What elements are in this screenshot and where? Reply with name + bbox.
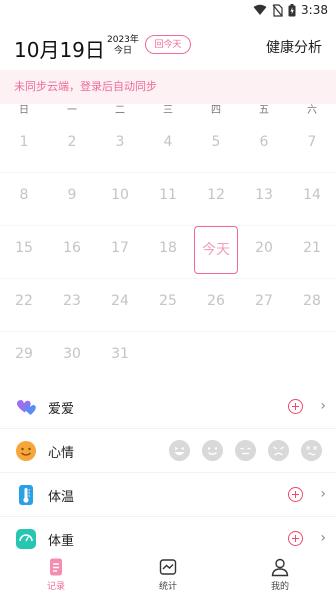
calendar-day[interactable]: 29 xyxy=(0,332,48,384)
calendar-day[interactable]: 25 xyxy=(144,279,192,331)
calendar-day[interactable]: 13 xyxy=(240,173,288,225)
calendar-grid: 1 2 3 4 5 6 7 8 9 10 11 12 13 14 15 16 1… xyxy=(0,120,336,384)
record-temperature-label: 体温 xyxy=(48,490,75,505)
weekday-sun: 日 xyxy=(19,105,29,116)
calendar-day[interactable]: 18 xyxy=(144,226,192,278)
calendar-day-empty xyxy=(240,332,288,384)
status-bar: 3:38 xyxy=(0,0,336,24)
calendar-day[interactable]: 11 xyxy=(144,173,192,225)
calendar-day[interactable]: 9 xyxy=(48,173,96,225)
calendar-day[interactable]: 14 xyxy=(288,173,336,225)
back-to-today-button[interactable]: 回今天 xyxy=(145,35,191,54)
add-temperature-button[interactable] xyxy=(288,487,303,502)
calendar-day[interactable]: 24 xyxy=(96,279,144,331)
weekday-thu: 四 xyxy=(211,105,221,116)
record-doc-icon xyxy=(50,558,62,576)
year-label: 2023年 xyxy=(107,35,139,45)
calendar-day[interactable]: 17 xyxy=(96,226,144,278)
calendar-week-5: 29 30 31 xyxy=(0,332,336,384)
weekday-sat: 六 xyxy=(307,105,317,116)
calendar-day[interactable]: 15 xyxy=(0,226,48,278)
calendar-day-empty xyxy=(144,332,192,384)
thermometer-icon xyxy=(19,485,33,505)
chevron-right-icon[interactable]: › xyxy=(320,530,326,546)
bottom-tab-bar: 记录 统计 我的 xyxy=(0,551,336,597)
calendar-day[interactable]: 27 xyxy=(240,279,288,331)
calendar-day[interactable]: 31 xyxy=(96,332,144,384)
calendar-day[interactable]: 30 xyxy=(48,332,96,384)
calendar-week-2: 8 9 10 11 12 13 14 xyxy=(0,173,336,226)
chevron-right-icon[interactable]: › xyxy=(320,486,326,502)
tab-stats-label: 统计 xyxy=(158,582,177,592)
calendar-day-today[interactable]: 今天 xyxy=(192,226,240,278)
mood-smile-icon[interactable] xyxy=(202,440,223,461)
weekday-mon: 一 xyxy=(67,105,77,116)
weekday-fri: 五 xyxy=(259,105,269,116)
sync-banner[interactable]: 未同步云端，登录后自动同步 xyxy=(0,70,336,104)
calendar-day[interactable]: 10 xyxy=(96,173,144,225)
header: 10月19日 2023年 今日 回今天 健康分析 xyxy=(0,24,336,70)
calendar-day[interactable]: 6 xyxy=(240,120,288,172)
record-love-row[interactable]: 爱爱 › xyxy=(0,385,336,429)
weekday-tue: 二 xyxy=(115,105,125,116)
calendar-day[interactable]: 3 xyxy=(96,120,144,172)
calendar-day[interactable]: 5 xyxy=(192,120,240,172)
battery-charging-icon xyxy=(288,3,296,16)
health-analysis-button[interactable]: 健康分析 xyxy=(266,37,322,57)
calendar-day[interactable]: 7 xyxy=(288,120,336,172)
mood-laugh-icon[interactable] xyxy=(169,440,190,461)
calendar-day[interactable]: 21 xyxy=(288,226,336,278)
record-love-label: 爱爱 xyxy=(48,402,75,417)
calendar-day[interactable]: 26 xyxy=(192,279,240,331)
add-weight-button[interactable] xyxy=(288,531,303,546)
weekday-header: 日 一 二 三 四 五 六 xyxy=(0,104,336,120)
record-list: 爱爱 › 心情 体温 › 体重 › xyxy=(0,385,336,560)
hearts-icon xyxy=(16,400,36,415)
calendar-day[interactable]: 22 xyxy=(0,279,48,331)
tab-stats[interactable]: 统计 xyxy=(112,551,224,597)
chart-icon xyxy=(159,559,177,575)
calendar-day[interactable]: 20 xyxy=(240,226,288,278)
mood-face-icon xyxy=(16,441,36,461)
calendar-day[interactable]: 12 xyxy=(192,173,240,225)
scale-icon xyxy=(16,529,36,549)
tab-record[interactable]: 记录 xyxy=(0,551,112,597)
user-icon xyxy=(271,558,289,577)
calendar-week-3: 15 16 17 18 今天 20 21 xyxy=(0,226,336,279)
current-date: 10月19日 xyxy=(14,38,105,62)
calendar-day[interactable]: 28 xyxy=(288,279,336,331)
calendar-day[interactable]: 23 xyxy=(48,279,96,331)
mood-neutral-icon[interactable] xyxy=(235,440,256,461)
chevron-right-icon[interactable]: › xyxy=(320,398,326,414)
wifi-icon xyxy=(253,4,267,15)
tab-record-label: 记录 xyxy=(46,582,65,592)
calendar-week-1: 1 2 3 4 5 6 7 xyxy=(0,120,336,173)
mood-angry-icon[interactable] xyxy=(268,440,289,461)
status-time: 3:38 xyxy=(301,3,328,17)
mood-dizzy-icon[interactable] xyxy=(301,440,322,461)
calendar-day[interactable]: 4 xyxy=(144,120,192,172)
calendar-day[interactable]: 8 xyxy=(0,173,48,225)
mood-options xyxy=(169,440,322,461)
calendar-day-empty xyxy=(288,332,336,384)
add-love-button[interactable] xyxy=(288,399,303,414)
weekday-wed: 三 xyxy=(163,105,173,116)
year-today-label: 2023年 今日 xyxy=(107,35,139,57)
record-weight-label: 体重 xyxy=(48,534,75,549)
no-sim-icon xyxy=(272,3,283,17)
record-mood-label: 心情 xyxy=(48,446,75,461)
calendar-day[interactable]: 16 xyxy=(48,226,96,278)
tab-mine-label: 我的 xyxy=(270,582,289,592)
calendar-week-4: 22 23 24 25 26 27 28 xyxy=(0,279,336,332)
record-temperature-row[interactable]: 体温 › xyxy=(0,473,336,517)
tab-mine[interactable]: 我的 xyxy=(224,551,336,597)
calendar-day[interactable]: 1 xyxy=(0,120,48,172)
record-mood-row[interactable]: 心情 xyxy=(0,429,336,473)
calendar-day[interactable]: 2 xyxy=(48,120,96,172)
status-icons: 3:38 xyxy=(253,3,328,17)
today-label: 今日 xyxy=(113,46,132,56)
calendar-day-empty xyxy=(192,332,240,384)
